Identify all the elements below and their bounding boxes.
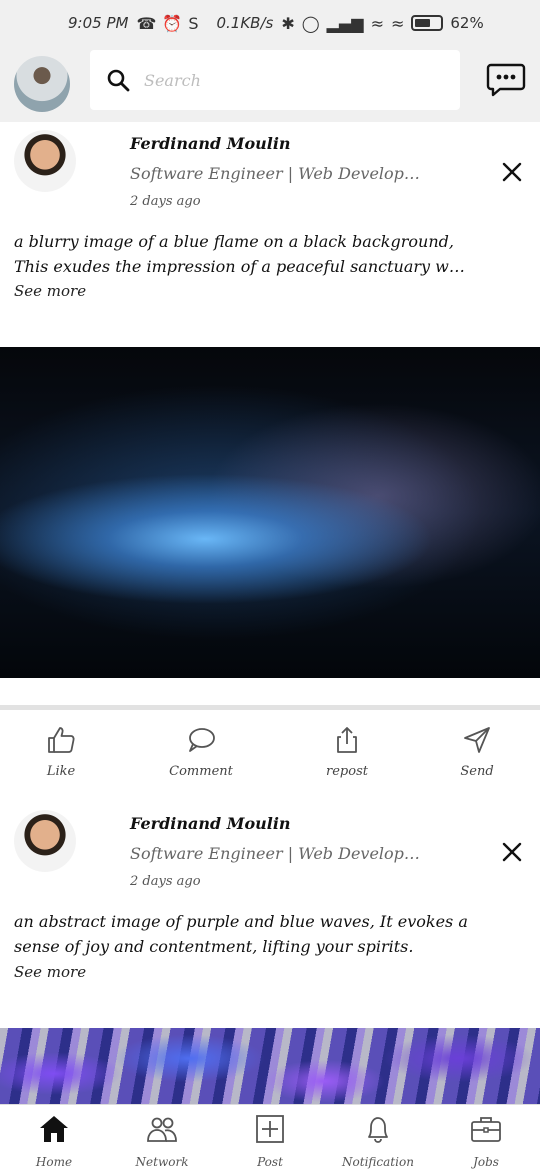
nav-notification-label: Notification: [342, 1155, 414, 1169]
s-app-icon: S: [188, 13, 199, 33]
nav-post-label: Post: [257, 1155, 283, 1169]
post-text-line: an abstract image of purple and blue wav…: [14, 912, 468, 931]
nav-jobs-label: Jobs: [473, 1155, 499, 1169]
post-text: a blurry image of a blue flame on a blac…: [14, 229, 526, 279]
see-more-link[interactable]: See more: [14, 963, 86, 981]
nav-network[interactable]: Network: [108, 1113, 216, 1169]
plus-square-icon: [256, 1115, 284, 1143]
repost-button[interactable]: repost: [302, 724, 392, 779]
post-text: an abstract image of purple and blue wav…: [14, 909, 526, 959]
chat-dots-icon[interactable]: [486, 62, 526, 98]
bluetooth-icon: ✱: [281, 13, 295, 33]
battery-icon: [411, 15, 444, 31]
alarm-clock-icon: ◯: [301, 13, 320, 33]
profile-avatar[interactable]: [14, 56, 70, 112]
post-text-line: This exudes the impression of a peaceful…: [14, 257, 465, 276]
search-icon: [107, 69, 130, 92]
top-bar: [0, 46, 540, 122]
post-text-line: sense of joy and contentment, lifting yo…: [14, 937, 414, 956]
battery-fill: [415, 19, 431, 27]
close-icon[interactable]: [500, 160, 524, 184]
bottom-nav: Home Network Post Notification Jobs: [0, 1104, 540, 1170]
post-actions: Like Comment repost Send: [0, 724, 540, 788]
post-card: Ferdinand Moulin Software Engineer | Web…: [0, 122, 540, 352]
author-headline: Software Engineer | Web Develop…: [130, 164, 420, 183]
comment-icon: [189, 728, 215, 752]
search-input[interactable]: [144, 70, 424, 90]
alarm-icon: ⏰: [162, 13, 183, 33]
nav-home[interactable]: Home: [0, 1113, 108, 1169]
home-icon: [40, 1116, 68, 1142]
network-speed: 0.1KB/s: [216, 14, 274, 32]
nav-network-label: Network: [135, 1155, 189, 1169]
author-name[interactable]: Ferdinand Moulin: [130, 814, 291, 833]
post-card: Ferdinand Moulin Software Engineer | Web…: [0, 802, 540, 1028]
repost-label: repost: [326, 764, 368, 779]
bell-icon: [368, 1117, 388, 1143]
people-icon: [147, 1117, 177, 1142]
like-label: Like: [46, 764, 76, 779]
author-avatar[interactable]: [14, 130, 76, 192]
status-bar: 9:05 PM ☎ ⏰ S 0.1KB/s ✱ ◯ ▂▄▆ ≈ ≈ 62%: [0, 0, 540, 46]
comment-label: Comment: [169, 764, 233, 779]
wifi-icon-2: ≈: [390, 13, 405, 33]
status-time: 9:05 PM: [68, 14, 129, 32]
nav-notification[interactable]: Notification: [324, 1113, 432, 1169]
post-time: 2 days ago: [130, 874, 201, 889]
close-icon[interactable]: [500, 840, 524, 864]
send-label: Send: [460, 764, 494, 779]
like-button[interactable]: Like: [16, 724, 106, 779]
see-more-link[interactable]: See more: [14, 282, 86, 300]
share-icon: [337, 727, 357, 753]
post-time: 2 days ago: [130, 194, 201, 209]
author-avatar[interactable]: [14, 810, 76, 872]
post-text-line: a blurry image of a blue flame on a blac…: [14, 232, 454, 251]
wifi-icon: ≈: [370, 13, 384, 33]
divider: [0, 705, 540, 710]
post-image[interactable]: [0, 347, 540, 678]
post-image[interactable]: [0, 1028, 540, 1104]
battery-percent: 62%: [450, 14, 484, 32]
briefcase-icon: [471, 1117, 501, 1142]
comment-button[interactable]: Comment: [156, 724, 246, 779]
send-icon: [464, 727, 490, 753]
search-box[interactable]: [90, 50, 460, 110]
nav-post[interactable]: Post: [216, 1113, 324, 1169]
nav-jobs[interactable]: Jobs: [432, 1113, 540, 1169]
whatsapp-icon: ☎: [136, 13, 157, 33]
author-name[interactable]: Ferdinand Moulin: [130, 134, 291, 153]
nav-home-label: Home: [35, 1155, 73, 1169]
signal-icon: ▂▄▆: [326, 13, 364, 33]
send-button[interactable]: Send: [432, 724, 522, 779]
author-headline: Software Engineer | Web Develop…: [130, 844, 420, 863]
thumbs-up-icon: [48, 727, 75, 753]
